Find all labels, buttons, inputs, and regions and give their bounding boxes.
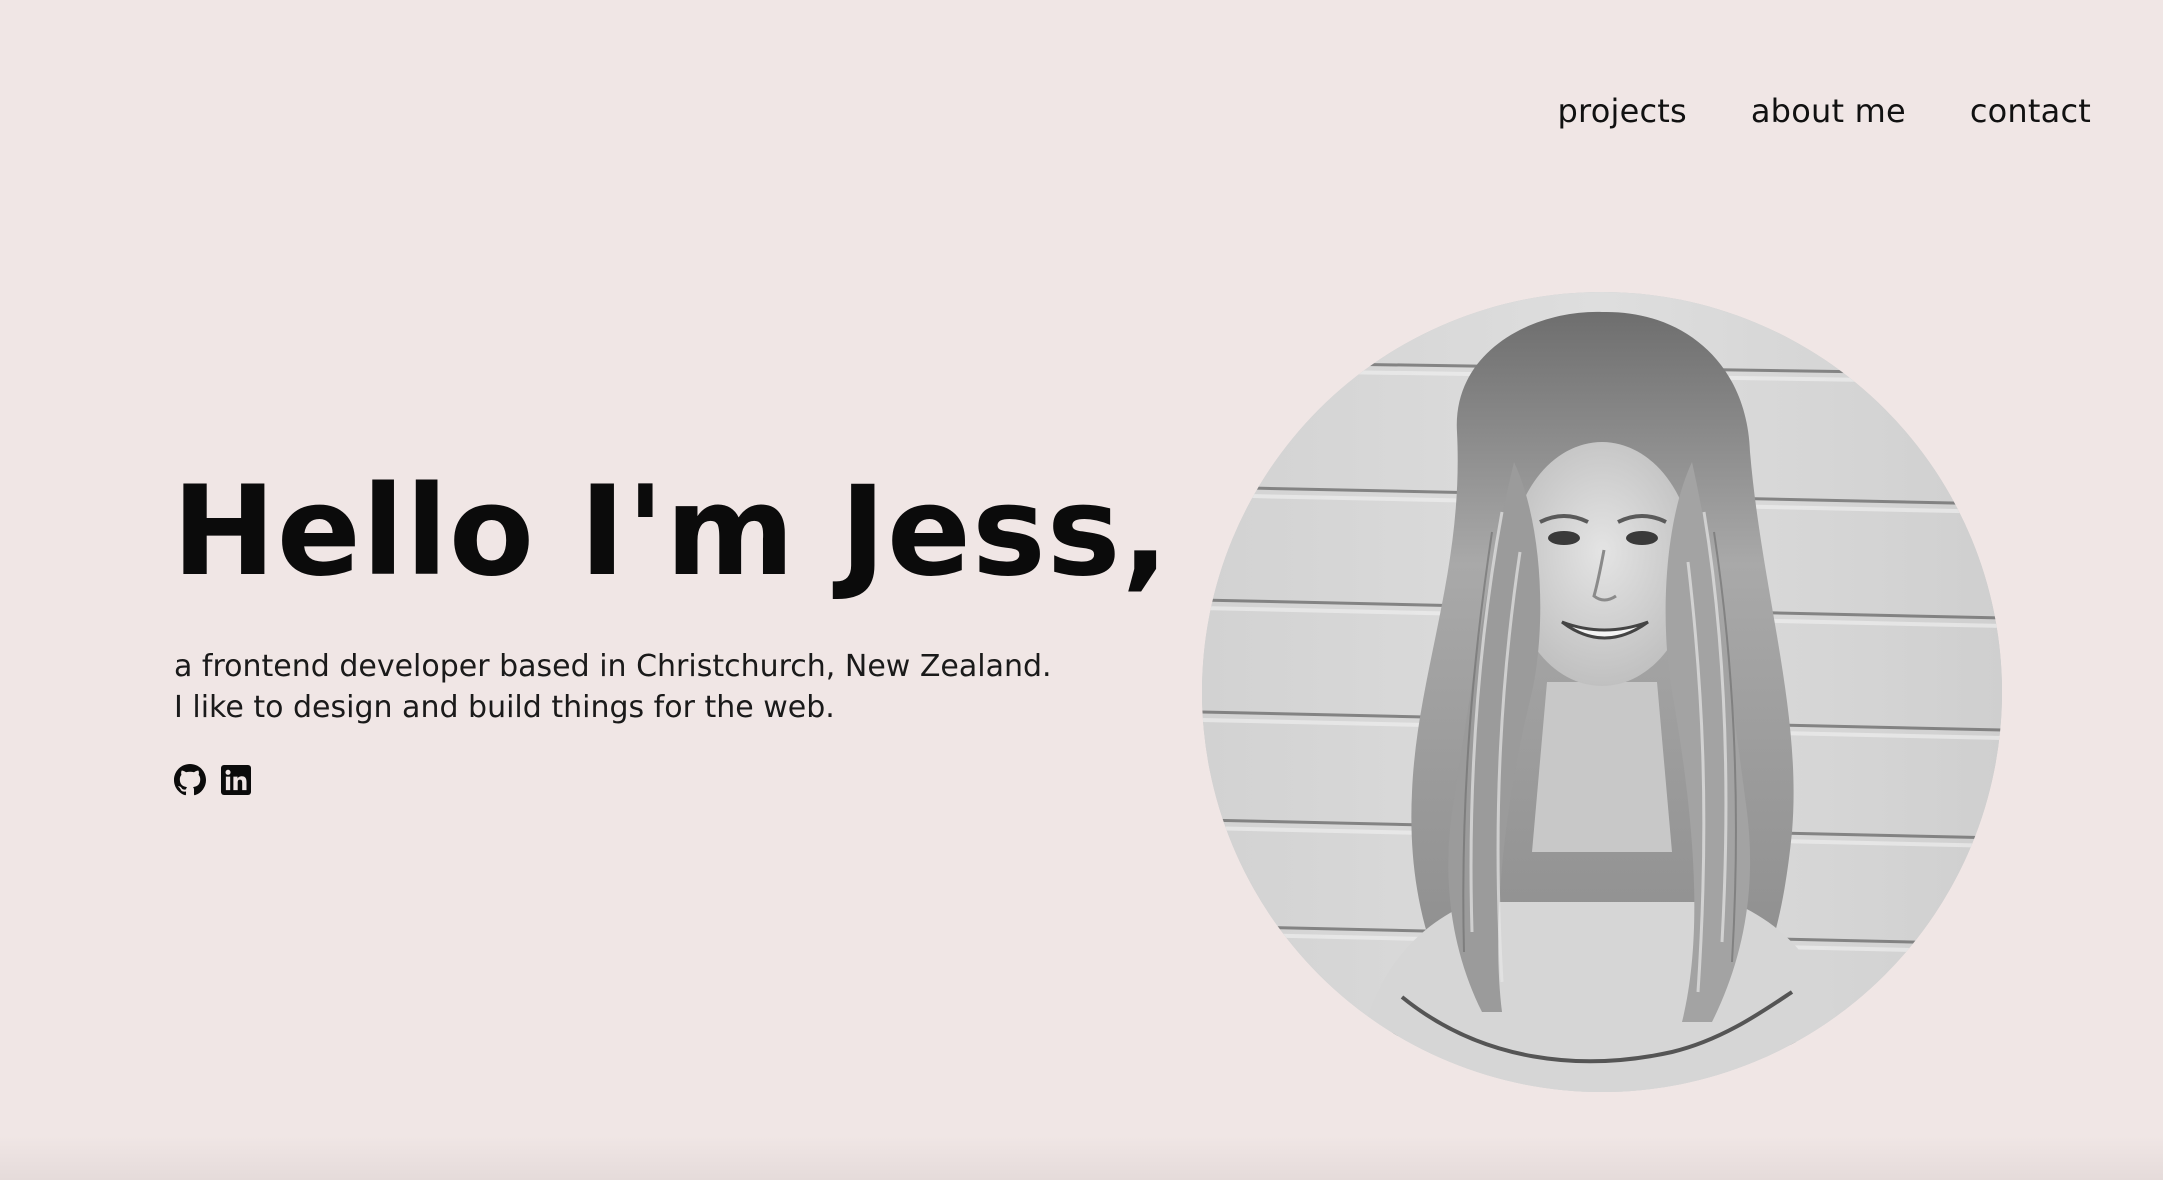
hero-intro: Hello I'm Jess, a frontend developer bas…	[172, 460, 1170, 796]
hero-subtitle: a frontend developer based in Christchur…	[174, 646, 1132, 728]
hero-subtitle-line-1: a frontend developer based in Christchur…	[174, 649, 1052, 684]
landing-page: projects about me contact Hello I'm Jess…	[0, 0, 2163, 1180]
hero-subtitle-line-2: I like to design and build things for th…	[174, 690, 835, 725]
nav-link-contact[interactable]: contact	[1970, 92, 2091, 130]
top-nav: projects about me contact	[1558, 92, 2091, 130]
social-links	[174, 764, 1132, 796]
linkedin-icon	[221, 765, 251, 795]
nav-link-projects[interactable]: projects	[1558, 92, 1687, 130]
github-icon	[174, 764, 206, 796]
portrait-photo	[1202, 292, 2002, 1092]
linkedin-link[interactable]	[220, 764, 252, 796]
nav-link-about-me[interactable]: about me	[1751, 92, 1906, 130]
github-link[interactable]	[174, 764, 206, 796]
portrait-illustration	[1202, 292, 2002, 1092]
hero-title: Hello I'm Jess,	[172, 460, 1170, 604]
